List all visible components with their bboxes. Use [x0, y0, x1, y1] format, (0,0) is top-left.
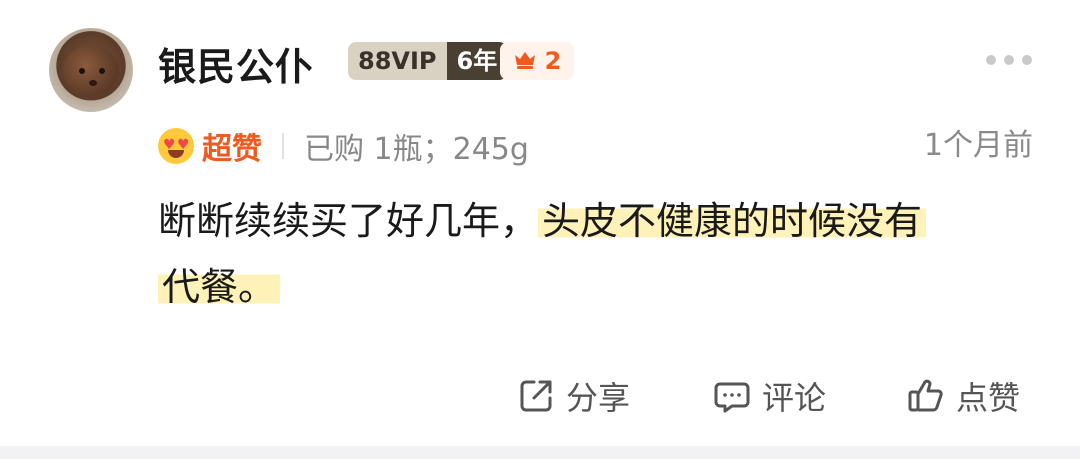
share-button[interactable]: 分享 — [516, 366, 630, 426]
purchase-info: 已购 1瓶；245g — [304, 132, 529, 167]
review-actions: 分享 评论 点赞 — [0, 366, 1080, 426]
bottom-divider — [0, 446, 1080, 459]
avatar-eye-left — [79, 68, 85, 74]
share-label: 分享 — [566, 379, 631, 417]
vip-years: 6年 — [446, 42, 508, 80]
level-badge: 2 — [500, 42, 574, 80]
vip-badge: 88VIP 6年 — [348, 42, 508, 80]
rating-divider — [282, 133, 284, 159]
crown-icon — [513, 47, 537, 75]
username[interactable]: 银民公仆 — [158, 36, 314, 91]
comment-label: 评论 — [762, 379, 827, 417]
rating-row: ♥ ♥ 超赞 已购 1瓶；245g — [158, 126, 529, 167]
share-icon — [516, 376, 556, 416]
comment-button[interactable]: 评论 — [712, 366, 826, 426]
review-time: 1个月前 — [923, 128, 1033, 163]
review-text: 断断续续买了好几年， — [158, 199, 539, 243]
crown-count: 2 — [544, 47, 562, 75]
review-highlight-2: 代餐。 — [158, 265, 281, 309]
comment-icon — [712, 376, 752, 416]
dog-avatar-image — [63, 46, 119, 96]
thumbs-up-icon — [906, 376, 946, 416]
avatar-eye-right — [99, 68, 105, 74]
rating-label: 超赞 — [202, 132, 262, 167]
user-avatar[interactable] — [49, 28, 133, 112]
vip-label: 88VIP — [348, 42, 447, 80]
like-button[interactable]: 点赞 — [906, 366, 1020, 426]
like-label: 点赞 — [956, 379, 1021, 417]
avatar-nose — [89, 80, 97, 86]
heart-eyes-emoji: ♥ ♥ — [158, 128, 194, 164]
more-icon[interactable] — [986, 55, 1032, 65]
review-highlight-1: 头皮不健康的时候没有 — [538, 199, 927, 243]
review-content: 断断续续买了好几年， 头皮不健康的时候没有 代餐。 — [158, 188, 1038, 320]
